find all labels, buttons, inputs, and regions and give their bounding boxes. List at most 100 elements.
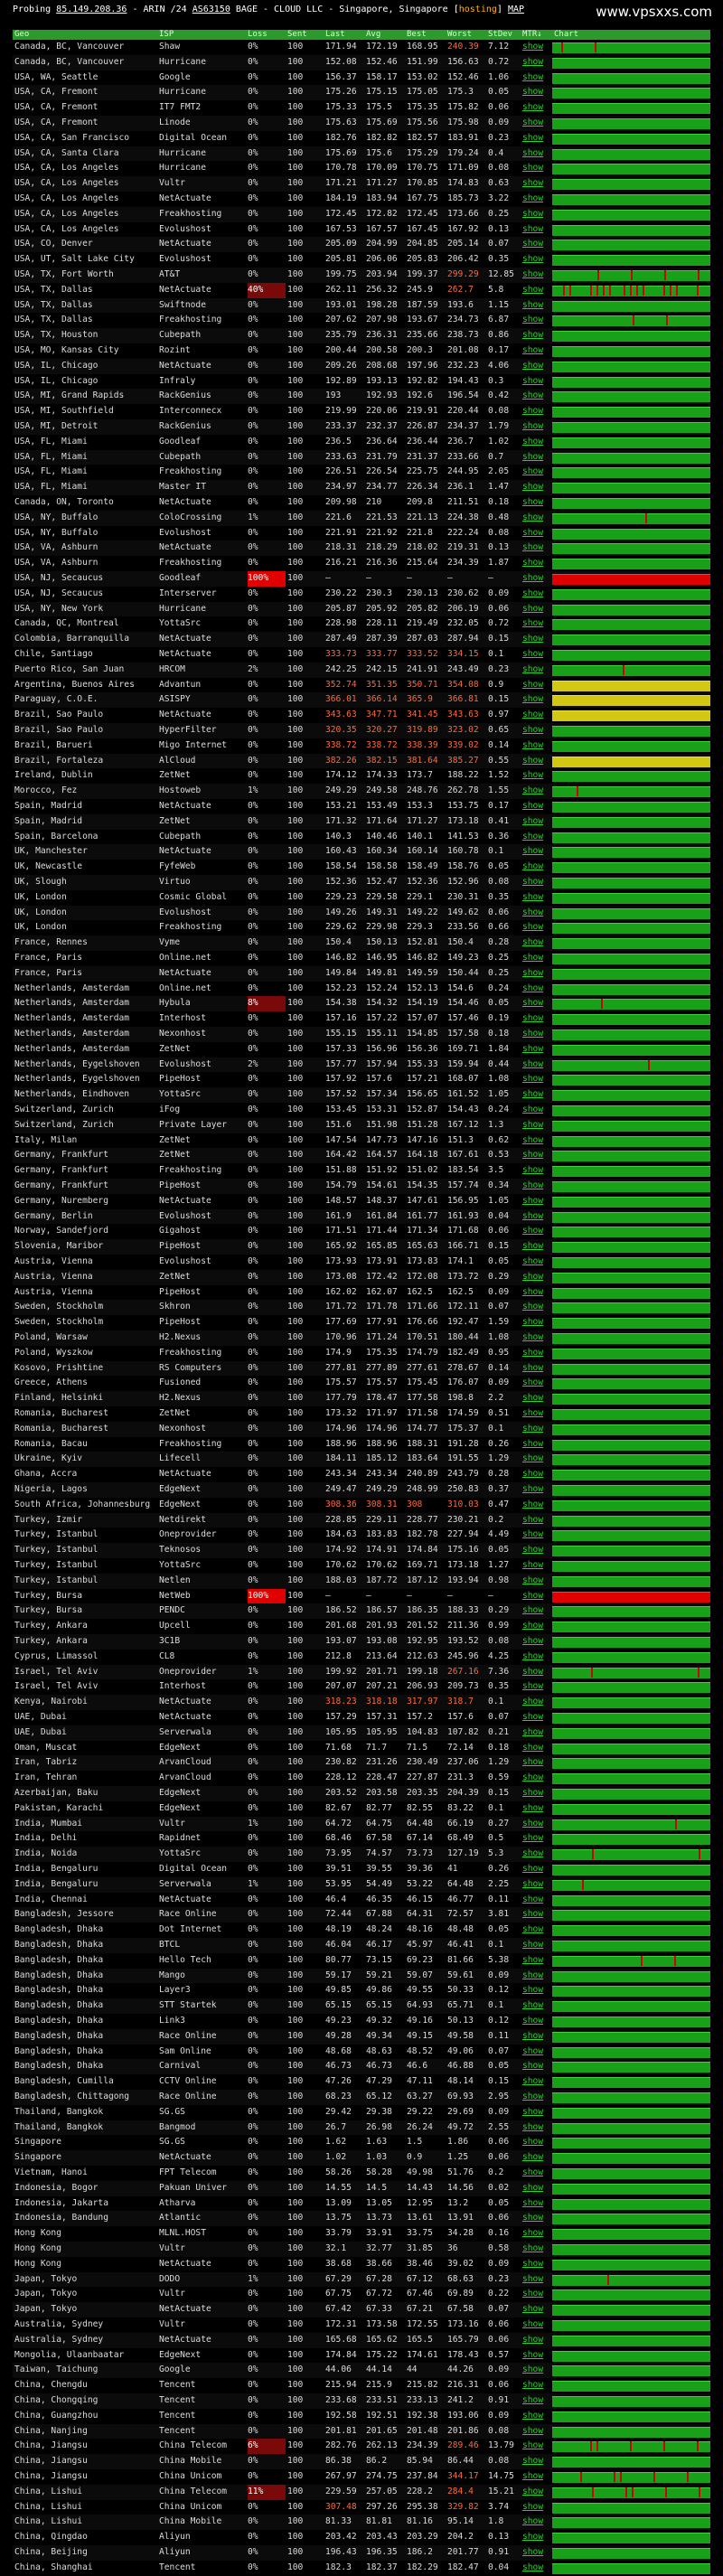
header-isp[interactable]: ISP: [159, 30, 246, 40]
cell-mtr[interactable]: show: [522, 40, 553, 55]
cell-mtr[interactable]: show: [522, 55, 553, 71]
cell-mtr[interactable]: show: [522, 1938, 553, 1953]
cell-mtr[interactable]: show: [522, 1179, 553, 1194]
cell-mtr[interactable]: show: [522, 2272, 553, 2288]
cell-mtr[interactable]: show: [522, 587, 553, 602]
cell-mtr[interactable]: show: [522, 268, 553, 283]
cell-mtr[interactable]: show: [522, 2181, 553, 2196]
cell-mtr[interactable]: show: [522, 1315, 553, 1330]
cell-mtr[interactable]: show: [522, 1361, 553, 1377]
cell-mtr[interactable]: show: [522, 1589, 553, 1604]
cell-mtr[interactable]: show: [522, 2059, 553, 2074]
cell-mtr[interactable]: show: [522, 1467, 553, 1482]
cell-mtr[interactable]: show: [522, 161, 553, 176]
cell-mtr[interactable]: show: [522, 556, 553, 571]
cell-mtr[interactable]: show: [522, 328, 553, 343]
cell-mtr[interactable]: show: [522, 1482, 553, 1498]
cell-mtr[interactable]: show: [522, 1148, 553, 1163]
cell-mtr[interactable]: show: [522, 252, 553, 268]
cell-mtr[interactable]: show: [522, 1907, 553, 1923]
cell-mtr[interactable]: show: [522, 2530, 553, 2545]
header-last[interactable]: Last: [325, 30, 365, 40]
cell-mtr[interactable]: show: [522, 450, 553, 465]
cell-mtr[interactable]: show: [522, 2242, 553, 2257]
cell-mtr[interactable]: show: [522, 814, 553, 830]
cell-mtr[interactable]: show: [522, 1391, 553, 1406]
cell-mtr[interactable]: show: [522, 1801, 553, 1817]
cell-mtr[interactable]: show: [522, 1437, 553, 1453]
cell-mtr[interactable]: show: [522, 1346, 553, 1361]
cell-mtr[interactable]: show: [522, 1983, 553, 1998]
cell-mtr[interactable]: show: [522, 2439, 553, 2454]
cell-mtr[interactable]: show: [522, 1118, 553, 1133]
cell-mtr[interactable]: show: [522, 1695, 553, 1710]
cell-mtr[interactable]: show: [522, 2409, 553, 2424]
cell-mtr[interactable]: show: [522, 511, 553, 526]
cell-mtr[interactable]: show: [522, 2469, 553, 2485]
cell-mtr[interactable]: show: [522, 768, 553, 784]
cell-mtr[interactable]: show: [522, 1300, 553, 1315]
cell-mtr[interactable]: show: [522, 1710, 553, 1725]
cell-mtr[interactable]: show: [522, 1741, 553, 1756]
header-mtr[interactable]: MTR↓: [522, 30, 553, 40]
cell-mtr[interactable]: show: [522, 480, 553, 495]
cell-mtr[interactable]: show: [522, 647, 553, 663]
cell-mtr[interactable]: show: [522, 1755, 553, 1771]
cell-mtr[interactable]: show: [522, 1969, 553, 1984]
cell-mtr[interactable]: show: [522, 1998, 553, 2014]
cell-mtr[interactable]: show: [522, 692, 553, 708]
cell-mtr[interactable]: show: [522, 2424, 553, 2440]
cell-mtr[interactable]: show: [522, 404, 553, 419]
cell-mtr[interactable]: show: [522, 951, 553, 966]
cell-mtr[interactable]: show: [522, 2302, 553, 2317]
cell-mtr[interactable]: show: [522, 435, 553, 450]
cell-mtr[interactable]: show: [522, 2545, 553, 2561]
cell-mtr[interactable]: show: [522, 1042, 553, 1058]
cell-mtr[interactable]: show: [522, 2135, 553, 2150]
cell-mtr[interactable]: show: [522, 616, 553, 632]
cell-mtr[interactable]: show: [522, 1528, 553, 1543]
cell-mtr[interactable]: show: [522, 1239, 553, 1255]
cell-mtr[interactable]: show: [522, 875, 553, 890]
cell-mtr[interactable]: show: [522, 1862, 553, 1877]
cell-mtr[interactable]: show: [522, 85, 553, 100]
cell-mtr[interactable]: show: [522, 1103, 553, 1118]
cell-mtr[interactable]: show: [522, 1679, 553, 1695]
cell-mtr[interactable]: show: [522, 2090, 553, 2105]
cell-mtr[interactable]: show: [522, 2045, 553, 2060]
cell-mtr[interactable]: show: [522, 1634, 553, 1650]
asn-link[interactable]: AS63150: [192, 5, 230, 14]
cell-mtr[interactable]: show: [522, 1224, 553, 1239]
cell-mtr[interactable]: show: [522, 2393, 553, 2409]
cell-mtr[interactable]: show: [522, 100, 553, 116]
cell-mtr[interactable]: show: [522, 799, 553, 814]
cell-mtr[interactable]: show: [522, 176, 553, 192]
cell-mtr[interactable]: show: [522, 1725, 553, 1741]
cell-mtr[interactable]: show: [522, 1603, 553, 1619]
cell-mtr[interactable]: show: [522, 495, 553, 511]
cell-mtr[interactable]: show: [522, 1285, 553, 1301]
cell-mtr[interactable]: show: [522, 1817, 553, 1832]
cell-mtr[interactable]: show: [522, 2166, 553, 2181]
cell-mtr[interactable]: show: [522, 1406, 553, 1422]
cell-mtr[interactable]: show: [522, 2196, 553, 2212]
cell-mtr[interactable]: show: [522, 2120, 553, 2136]
cell-mtr[interactable]: show: [522, 1847, 553, 1862]
cell-mtr[interactable]: show: [522, 830, 553, 845]
cell-mtr[interactable]: show: [522, 1330, 553, 1346]
cell-mtr[interactable]: show: [522, 1877, 553, 1893]
cell-mtr[interactable]: show: [522, 920, 553, 935]
cell-mtr[interactable]: show: [522, 1058, 553, 1073]
cell-mtr[interactable]: show: [522, 222, 553, 238]
cell-mtr[interactable]: show: [522, 2333, 553, 2348]
cell-mtr[interactable]: show: [522, 784, 553, 799]
header-best[interactable]: Best: [407, 30, 446, 40]
cell-mtr[interactable]: show: [522, 359, 553, 374]
cell-mtr[interactable]: show: [522, 678, 553, 693]
header-sent[interactable]: Sent: [287, 30, 324, 40]
cell-mtr[interactable]: show: [522, 2363, 553, 2378]
cell-mtr[interactable]: show: [522, 1543, 553, 1558]
cell-mtr[interactable]: show: [522, 708, 553, 723]
cell-mtr[interactable]: show: [522, 2485, 553, 2500]
header-geo[interactable]: Geo: [14, 30, 157, 40]
